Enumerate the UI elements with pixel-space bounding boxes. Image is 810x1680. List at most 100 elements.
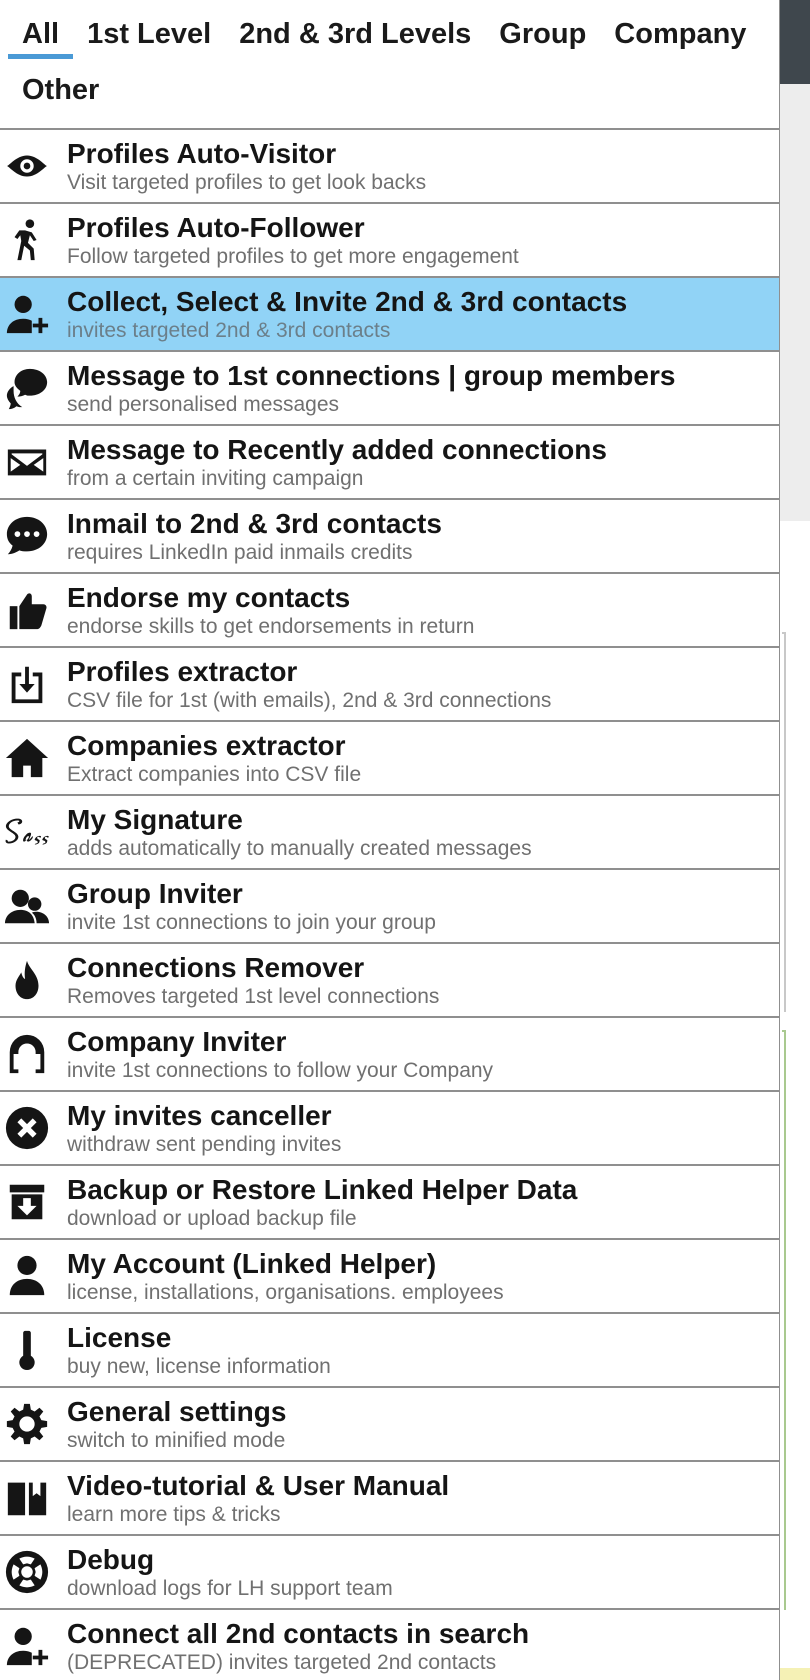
menu-item-collect-select-invite[interactable]: Collect, Select & Invite 2nd & 3rd conta… — [0, 278, 779, 352]
menu-item-title: Companies extractor — [67, 730, 346, 761]
tab-other[interactable]: Other — [8, 72, 113, 128]
menu-item-title: License — [67, 1322, 172, 1353]
menu-item-subtitle: endorse skills to get endorsements in re… — [67, 615, 475, 638]
home-icon — [2, 736, 52, 780]
menu-item-title: Company Inviter — [67, 1026, 287, 1057]
menu-item-my-signature[interactable]: My Signature adds automatically to manua… — [0, 796, 779, 870]
menu-item-subtitle: download or upload backup file — [67, 1207, 357, 1230]
menu-item-subtitle: Removes targeted 1st level connections — [67, 985, 440, 1008]
menu-item-title: Profiles Auto-Follower — [67, 212, 365, 243]
menu-item-endorse-contacts[interactable]: Endorse my contacts endorse skills to ge… — [0, 574, 779, 648]
tab-company[interactable]: Company — [600, 16, 760, 72]
menu-item-title: Message to Recently added connections — [67, 434, 607, 465]
menu-item-subtitle: buy new, license information — [67, 1355, 331, 1378]
menu-item-title: Debug — [67, 1544, 155, 1575]
menu-item-title: Connections Remover — [67, 952, 365, 983]
menu-item-invites-canceller[interactable]: My invites canceller withdraw sent pendi… — [0, 1092, 779, 1166]
menu-item-title: My invites canceller — [67, 1100, 332, 1131]
menu-item-message-recently-added[interactable]: Message to Recently added connections fr… — [0, 426, 779, 500]
menu-item-company-inviter[interactable]: Company Inviter invite 1st connections t… — [0, 1018, 779, 1092]
background-bottom-bar — [780, 1668, 810, 1680]
menu-item-subtitle: download logs for LH support team — [67, 1577, 393, 1600]
menu-item-subtitle: invite 1st connections to join your grou… — [67, 911, 436, 934]
tools-menu-panel: All 1st Level 2nd & 3rd Levels Group Com… — [0, 0, 780, 1680]
menu-item-subtitle: invite 1st connections to follow your Co… — [67, 1059, 494, 1082]
menu-item-subtitle: Extract companies into CSV file — [67, 763, 362, 786]
menu-item-title: Video-tutorial & User Manual — [67, 1470, 450, 1501]
sass-signature-icon — [2, 810, 52, 854]
menu-item-title: Inmail to 2nd & 3rd contacts — [67, 508, 442, 539]
background-area — [780, 84, 810, 521]
tab-1st-level[interactable]: 1st Level — [73, 16, 225, 72]
menu-item-my-account[interactable]: My Account (Linked Helper) license, inst… — [0, 1240, 779, 1314]
menu-item-general-settings[interactable]: General settings switch to minified mode — [0, 1388, 779, 1462]
menu-item-title: My Account (Linked Helper) — [67, 1248, 437, 1279]
menu-item-title: Endorse my contacts — [67, 582, 351, 613]
category-tabs: All 1st Level 2nd & 3rd Levels Group Com… — [0, 0, 779, 130]
close-circle-icon — [2, 1106, 52, 1150]
menu-item-license[interactable]: License buy new, license information — [0, 1314, 779, 1388]
background-box-edge — [782, 632, 786, 1012]
background-header — [780, 0, 810, 84]
tab-2nd-3rd-levels[interactable]: 2nd & 3rd Levels — [225, 16, 485, 72]
menu-item-subtitle: Follow targeted profiles to get more eng… — [67, 245, 519, 268]
tab-group[interactable]: Group — [485, 16, 600, 72]
thumbs-up-icon — [2, 588, 52, 632]
menu-item-title: Collect, Select & Invite 2nd & 3rd conta… — [67, 286, 628, 317]
magnet-icon — [2, 1032, 52, 1076]
archive-icon — [2, 1180, 52, 1224]
menu-item-backup-restore[interactable]: Backup or Restore Linked Helper Data dow… — [0, 1166, 779, 1240]
menu-item-group-inviter[interactable]: Group Inviter invite 1st connections to … — [0, 870, 779, 944]
menu-item-subtitle: license, installations, organisations. e… — [67, 1281, 504, 1304]
menu-item-subtitle: adds automatically to manually created m… — [67, 837, 532, 860]
menu-item-subtitle: invites targeted 2nd & 3rd contacts — [67, 319, 391, 342]
menu-item-subtitle: Visit targeted profiles to get look back… — [67, 171, 427, 194]
envelope-icon — [2, 440, 52, 484]
menu-item-title: Profiles Auto-Visitor — [67, 138, 337, 169]
tab-all[interactable]: All — [8, 16, 74, 72]
menu-item-title: My Signature — [67, 804, 243, 835]
users-group-icon — [2, 884, 52, 928]
menu-item-connections-remover[interactable]: Connections Remover Removes targeted 1st… — [0, 944, 779, 1018]
menu-item-title: Connect all 2nd contacts in search — [67, 1618, 530, 1649]
menu-item-profiles-extractor[interactable]: Profiles extractor CSV file for 1st (wit… — [0, 648, 779, 722]
eye-icon — [2, 144, 52, 188]
menu-item-subtitle: CSV file for 1st (with emails), 2nd & 3r… — [67, 689, 552, 712]
walking-person-icon — [2, 218, 52, 262]
menu-item-message-1st-connections[interactable]: Message to 1st connections | group membe… — [0, 352, 779, 426]
menu-item-subtitle: from a certain inviting campaign — [67, 467, 364, 490]
lifebuoy-icon — [2, 1550, 52, 1594]
menu-item-title: Group Inviter — [67, 878, 243, 909]
user-plus-icon — [2, 1624, 52, 1668]
menu-item-subtitle: send personalised messages — [67, 393, 339, 416]
menu-item-title: Message to 1st connections | group membe… — [67, 360, 676, 391]
menu-item-title: Backup or Restore Linked Helper Data — [67, 1174, 578, 1205]
menu-item-subtitle: learn more tips & tricks — [67, 1503, 281, 1526]
menu-item-connect-all-2nd[interactable]: Connect all 2nd contacts in search (DEPR… — [0, 1610, 779, 1680]
background-link-fragment[interactable] — [780, 596, 788, 622]
gear-icon — [2, 1402, 52, 1446]
menu-item-companies-extractor[interactable]: Companies extractor Extract companies in… — [0, 722, 779, 796]
user-plus-icon — [2, 292, 52, 336]
menu-item-subtitle: withdraw sent pending invites — [67, 1133, 342, 1156]
menu-item-subtitle: (DEPRECATED) invites targeted 2nd contac… — [67, 1651, 497, 1674]
background-page — [780, 0, 810, 1680]
download-box-icon — [2, 662, 52, 706]
chat-dots-icon — [2, 514, 52, 558]
thermometer-icon — [2, 1328, 52, 1372]
book-icon — [2, 1476, 52, 1520]
menu-item-profiles-auto-visitor[interactable]: Profiles Auto-Visitor Visit targeted pro… — [0, 130, 779, 204]
menu-item-title: Profiles extractor — [67, 656, 298, 687]
tools-list: Profiles Auto-Visitor Visit targeted pro… — [0, 130, 779, 1680]
chat-bubbles-icon — [2, 366, 52, 410]
menu-item-subtitle: switch to minified mode — [67, 1429, 286, 1452]
menu-item-inmail[interactable]: Inmail to 2nd & 3rd contacts requires Li… — [0, 500, 779, 574]
menu-item-video-tutorial[interactable]: Video-tutorial & User Manual learn more … — [0, 1462, 779, 1536]
menu-item-title: General settings — [67, 1396, 287, 1427]
menu-item-profiles-auto-follower[interactable]: Profiles Auto-Follower Follow targeted p… — [0, 204, 779, 278]
menu-item-subtitle: requires LinkedIn paid inmails credits — [67, 541, 413, 564]
background-green-box-edge — [782, 1030, 786, 1610]
menu-item-debug[interactable]: Debug download logs for LH support team — [0, 1536, 779, 1610]
user-icon — [2, 1254, 52, 1298]
fire-icon — [2, 958, 52, 1002]
